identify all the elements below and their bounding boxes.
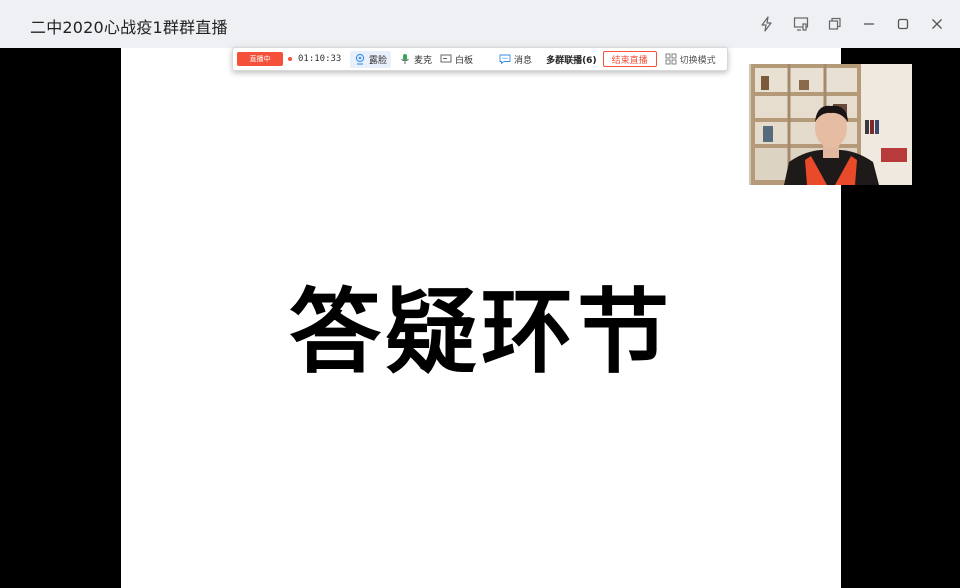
switch-mode-button[interactable]: 切换模式 — [665, 53, 716, 66]
microphone-button[interactable]: 麦克 — [399, 53, 432, 66]
restore-copy-button[interactable] — [820, 12, 850, 36]
slide-title: 答疑环节 — [288, 279, 673, 386]
close-button[interactable] — [922, 12, 952, 36]
lightning-icon — [761, 16, 772, 32]
window-controls — [752, 12, 952, 36]
whiteboard-button[interactable]: 白板 — [440, 53, 473, 66]
end-live-button[interactable]: 结束直播 — [602, 51, 657, 67]
screen-share-icon — [793, 17, 809, 31]
close-icon — [932, 19, 942, 29]
message-bubble-icon — [499, 54, 511, 65]
webcam-preview[interactable] — [749, 64, 912, 185]
minimize-button[interactable] — [854, 12, 884, 36]
webcam-video-image — [749, 64, 912, 185]
grid-mode-icon — [665, 53, 677, 65]
lightning-button[interactable] — [752, 12, 782, 36]
face-camera-button[interactable]: 露脸 — [350, 50, 392, 68]
window-titlebar: 二中2020心战疫1群群直播 — [0, 0, 960, 48]
microphone-label: 麦克 — [414, 55, 433, 66]
message-button[interactable]: 消息 — [499, 53, 532, 66]
minimize-icon — [864, 23, 874, 25]
camera-face-icon — [355, 53, 365, 65]
slide-canvas: 答疑环节 — [121, 48, 841, 588]
switch-mode-label: 切换模式 — [679, 55, 716, 66]
whiteboard-label: 白板 — [455, 55, 474, 66]
microphone-icon — [401, 54, 409, 64]
whiteboard-icon — [440, 54, 452, 63]
live-timer: 01:10:33 — [298, 54, 342, 64]
multi-group-broadcast-button[interactable]: 多群联播(6) — [546, 53, 597, 66]
face-camera-label: 露脸 — [369, 55, 388, 66]
window-title: 二中2020心战疫1群群直播 — [30, 18, 228, 37]
live-status-badge: 直播中 — [237, 52, 283, 66]
maximize-icon — [897, 18, 909, 30]
message-label: 消息 — [514, 55, 533, 66]
live-toolbar: 直播中 01:10:33 露脸 麦克 白板 消息 多群联播(6) 结束直播 切换… — [232, 47, 728, 71]
maximize-button[interactable] — [888, 12, 918, 36]
recording-dot-icon — [288, 57, 292, 61]
screen-share-button[interactable] — [786, 12, 816, 36]
copy-window-icon — [828, 17, 841, 30]
